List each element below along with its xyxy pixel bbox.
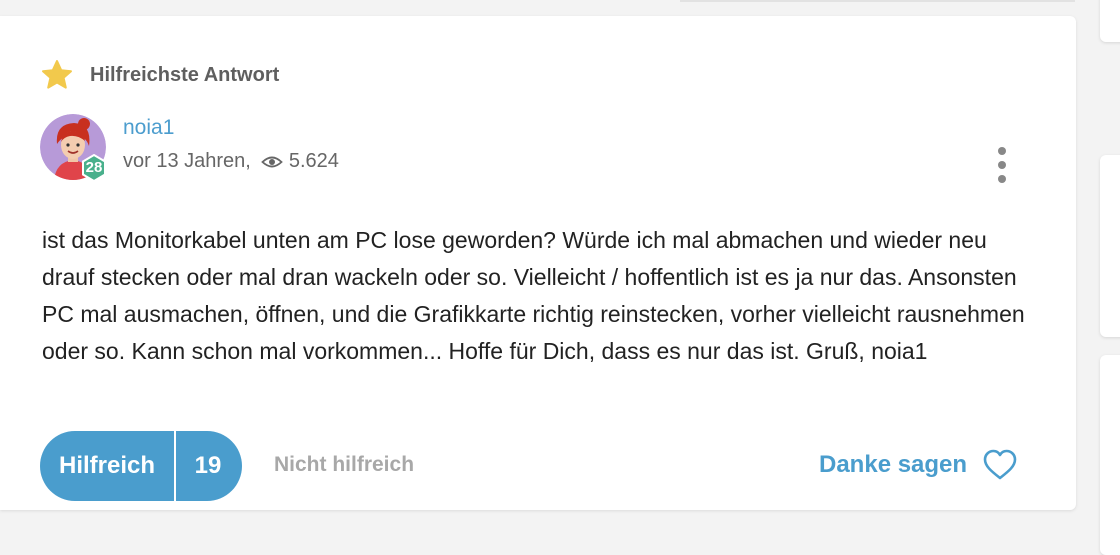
answer-meta: vor 13 Jahren, 5.624 <box>123 150 339 173</box>
side-card <box>1100 0 1120 42</box>
more-options-button[interactable] <box>988 144 1016 190</box>
answer-time: vor 13 Jahren, <box>123 150 251 172</box>
more-vertical-icon <box>998 147 1006 183</box>
author-username-link[interactable]: noia1 <box>123 116 174 140</box>
answer-actions: Hilfreich 19 Nicht hilfreich Danke sagen <box>40 431 1030 501</box>
eye-icon <box>261 156 283 167</box>
best-answer-badge: Hilfreichste Antwort <box>40 58 279 92</box>
best-answer-card: Hilfreichste Antwort 28 noia1 vor 13 Jah… <box>0 16 1076 510</box>
level-value: 28 <box>85 159 103 176</box>
level-badge: 28 <box>80 154 108 182</box>
view-count: 5.624 <box>288 150 339 172</box>
side-card <box>1100 355 1120 555</box>
previous-card-edge <box>680 0 1075 2</box>
helpful-vote-group: Hilfreich 19 <box>40 431 242 501</box>
side-card <box>1100 155 1120 337</box>
answer-body: ist das Monitorkabel unten am PC lose ge… <box>42 227 1025 364</box>
heart-icon <box>983 449 1017 480</box>
star-icon <box>42 60 72 89</box>
thanks-label: Danke sagen <box>819 451 968 478</box>
thanks-button[interactable]: Danke sagen <box>819 449 1017 481</box>
not-helpful-button[interactable]: Nicht hilfreich <box>274 453 414 477</box>
best-answer-label: Hilfreichste Antwort <box>90 63 280 86</box>
helpful-count: 19 <box>174 431 242 501</box>
helpful-button[interactable]: Hilfreich <box>40 431 174 501</box>
